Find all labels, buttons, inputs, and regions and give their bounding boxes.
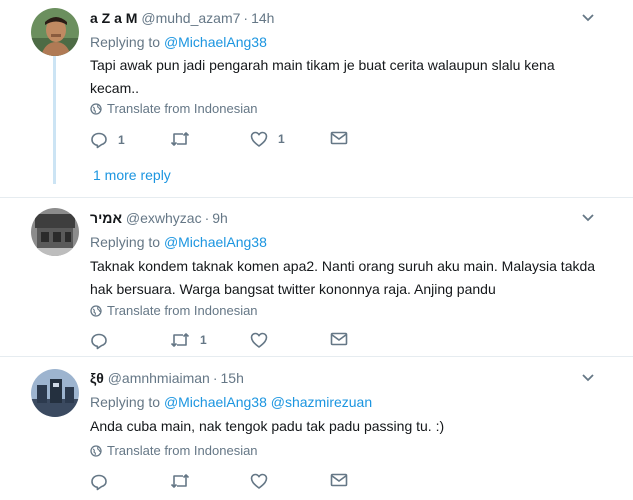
retweet-button[interactable] — [170, 131, 200, 147]
tweet-header: ξθ @amnhmiaiman · 15h — [90, 370, 244, 388]
direct-message-button[interactable] — [330, 473, 348, 487]
avatar[interactable] — [31, 208, 79, 256]
tweet-text: Tapi awak pun jadi pengarah main tikam j… — [90, 57, 555, 96]
like-icon — [250, 131, 268, 147]
separator-dot: · — [204, 210, 210, 226]
timestamp[interactable]: 14h — [251, 10, 274, 26]
translate-label: Translate from Indonesian — [107, 303, 258, 318]
replying-to: Replying to @MichaelAng38 — [90, 34, 267, 50]
tweet-actions: 1 1 — [90, 131, 390, 151]
replying-label: Replying to — [90, 234, 161, 250]
like-count: 1 — [278, 132, 285, 146]
timestamp[interactable]: 15h — [221, 370, 244, 386]
reply-icon — [91, 132, 107, 149]
tweet-header: a Z a M @muhd_azam7 · 14h — [90, 10, 274, 28]
like-icon — [250, 332, 268, 348]
tweet-1[interactable]: a Z a M @muhd_azam7 · 14h Replying to @Mic… — [0, 0, 633, 197]
translate-label: Translate from Indonesian — [107, 443, 258, 458]
like-icon — [250, 473, 268, 489]
replying-to: Replying to @MichaelAng38 — [90, 234, 267, 250]
replying-label: Replying to — [90, 394, 161, 410]
tweet-2[interactable]: אמיר @exwhyzac · 9h Replying to @MichaelAn… — [0, 198, 633, 353]
retweet-icon — [170, 333, 190, 347]
retweet-icon — [170, 132, 190, 146]
avatar[interactable] — [31, 8, 79, 56]
replying-label: Replying to — [90, 34, 161, 50]
globe-icon — [90, 444, 102, 457]
reply-button[interactable]: 1 — [90, 131, 125, 149]
replying-to: Replying to @MichaelAng38 @shazmirezuan — [90, 394, 372, 410]
retweet-button[interactable] — [170, 473, 200, 489]
message-icon — [330, 473, 348, 487]
like-button[interactable] — [250, 332, 278, 348]
message-icon — [330, 332, 348, 346]
display-name[interactable]: אמיר — [90, 210, 122, 226]
thread-line — [53, 56, 56, 184]
chevron-down-icon[interactable] — [582, 13, 594, 23]
direct-message-button[interactable] — [330, 131, 348, 145]
retweet-count: 1 — [200, 333, 207, 347]
translate-link[interactable]: Translate from Indonesian — [90, 303, 258, 318]
separator-dot: · — [212, 370, 218, 386]
message-icon — [330, 131, 348, 145]
mention-link[interactable]: @MichaelAng38 — [164, 34, 267, 50]
reply-icon — [91, 474, 107, 491]
tweet-3[interactable]: ξθ @amnhmiaiman · 15h Replying to @Michael… — [0, 357, 633, 500]
retweet-icon — [170, 474, 190, 488]
translate-label: Translate from Indonesian — [107, 101, 258, 116]
separator-dot: · — [243, 10, 249, 26]
like-button[interactable] — [250, 473, 278, 489]
username[interactable]: @exwhyzac — [126, 210, 202, 226]
direct-message-button[interactable] — [330, 332, 348, 346]
translate-link[interactable]: Translate from Indonesian — [90, 101, 258, 116]
avatar[interactable] — [31, 369, 79, 417]
globe-icon — [90, 102, 102, 115]
mention-link[interactable]: @MichaelAng38 — [164, 234, 267, 250]
reply-button[interactable] — [90, 473, 118, 491]
username[interactable]: @muhd_azam7 — [141, 10, 240, 26]
tweet-header: אמיר @exwhyzac · 9h — [90, 210, 228, 228]
translate-link[interactable]: Translate from Indonesian — [90, 443, 258, 458]
tweet-actions: 1 — [90, 332, 390, 352]
like-button[interactable]: 1 — [250, 131, 285, 147]
show-more-replies-link[interactable]: 1 more reply — [93, 167, 171, 183]
reply-count: 1 — [118, 133, 125, 147]
display-name[interactable]: ξθ — [90, 370, 104, 386]
mention-link[interactable]: @MichaelAng38 — [164, 394, 267, 410]
chevron-down-icon[interactable] — [582, 213, 594, 223]
reply-button[interactable] — [90, 332, 118, 350]
mention-link[interactable]: @shazmirezuan — [271, 394, 372, 410]
display-name[interactable]: a Z a M — [90, 10, 137, 26]
tweet-text: Taknak kondem taknak komen apa2. Nanti o… — [90, 258, 596, 297]
tweet-text: Anda cuba main, nak tengok padu tak padu… — [90, 418, 445, 434]
globe-icon — [90, 304, 102, 317]
tweet-actions — [90, 473, 390, 493]
timestamp[interactable]: 9h — [212, 210, 228, 226]
chevron-down-icon[interactable] — [582, 373, 594, 383]
username[interactable]: @amnhmiaiman — [108, 370, 210, 386]
retweet-button[interactable]: 1 — [170, 332, 207, 348]
reply-icon — [91, 333, 107, 350]
